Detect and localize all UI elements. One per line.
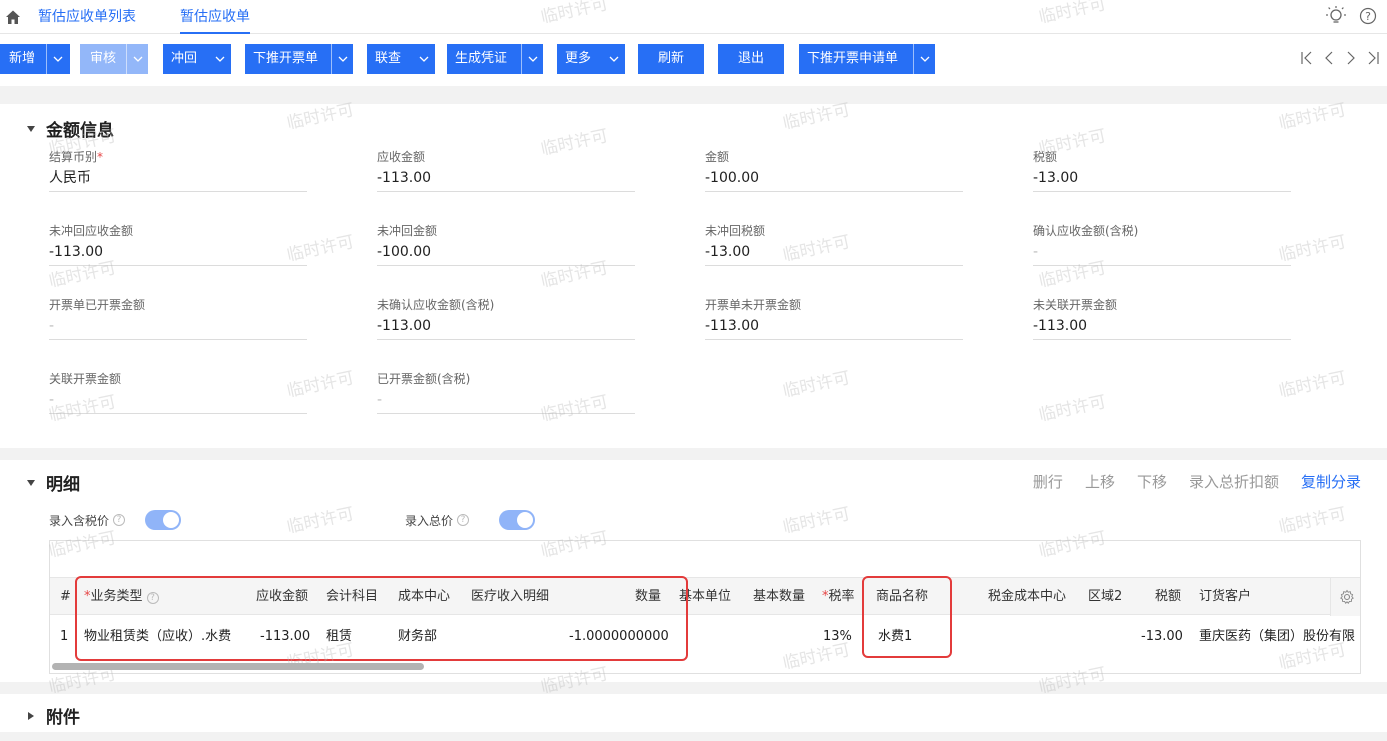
field-settlement-currency[interactable]: 结算币别* 人民币 [49, 148, 307, 192]
chevron-down-icon[interactable] [209, 44, 231, 74]
help-icon[interactable]: ? [1359, 7, 1377, 25]
field-unreversed-tax: 未冲回税额 -13.00 [705, 222, 963, 266]
field-unconfirmed-receivable: 未确认应收金额(含税) -113.00 [377, 296, 635, 340]
chevron-down-icon[interactable] [603, 44, 625, 74]
generate-voucher-button[interactable]: 生成凭证 [447, 44, 543, 74]
exit-button[interactable]: 退出 [718, 44, 784, 74]
detail-actions: 删行 上移 下移 录入总折扣额 复制分录 [1033, 471, 1361, 492]
field-tax-amount: 税额 -13.00 [1033, 148, 1291, 192]
audit-button[interactable]: 审核 [80, 44, 148, 74]
triangle-down-icon[interactable] [26, 478, 36, 488]
field-confirmed-receivable: 确认应收金额(含税) - [1033, 222, 1291, 266]
field-amount: 金额 -100.00 [705, 148, 963, 192]
total-price-switch[interactable] [499, 510, 536, 530]
separator [0, 448, 1387, 460]
move-down-button[interactable]: 下移 [1137, 471, 1167, 492]
highlight-box [862, 576, 952, 658]
field-uninvoiced-amount: 开票单未开票金额 -113.00 [705, 296, 963, 340]
triangle-right-icon[interactable] [26, 711, 36, 721]
chevron-down-icon[interactable] [46, 44, 68, 74]
watermark: 临时许可 [1277, 368, 1348, 402]
triangle-down-icon[interactable] [26, 124, 36, 134]
field-receivable-amount: 应收金额 -113.00 [377, 148, 635, 192]
svg-text:?: ? [1365, 10, 1371, 23]
chevron-down-icon[interactable] [331, 44, 353, 74]
tab-receivable-list[interactable]: 暂估应收单列表 [38, 6, 136, 34]
push-invoice-button[interactable]: 下推开票单 [245, 44, 353, 74]
col-tax-rate[interactable]: *税率 [822, 578, 855, 616]
tax-price-switch[interactable] [145, 510, 182, 530]
lightbulb-icon[interactable] [1325, 5, 1347, 27]
separator [0, 682, 1387, 694]
reverse-button[interactable]: 冲回 [163, 44, 231, 74]
question-icon[interactable]: ? [457, 514, 470, 526]
home-icon[interactable] [4, 8, 22, 26]
separator [0, 732, 1387, 741]
more-button[interactable]: 更多 [557, 44, 625, 74]
chevron-down-icon[interactable] [521, 44, 543, 74]
total-discount-button[interactable]: 录入总折扣额 [1189, 471, 1279, 492]
attachment-section-header[interactable]: 附件 [26, 703, 80, 728]
top-bar: 暂估应收单列表 暂估应收单 ? [0, 0, 1387, 34]
gear-icon[interactable] [1330, 578, 1360, 616]
question-icon[interactable]: ? [113, 514, 126, 526]
delete-row-button[interactable]: 删行 [1033, 471, 1063, 492]
record-pager [1299, 49, 1381, 67]
first-page-icon[interactable] [1299, 49, 1315, 67]
chevron-down-icon[interactable] [413, 44, 435, 74]
detail-section-header[interactable]: 明细 [26, 470, 80, 495]
amount-section-header[interactable]: 金额信息 [26, 116, 114, 141]
toolbar: 新增 审核 冲回 下推开票单 联查 生成凭证 更多 刷新 退出 下推开票申请单 [0, 44, 1387, 74]
watermark: 临时许可 [1277, 504, 1348, 538]
field-linked-invoice-amount: 关联开票金额 - [49, 370, 307, 414]
toggle-tax-price: 录入含税价 ? [49, 510, 182, 530]
toggle-total-price: 录入总价 ? [405, 510, 536, 530]
next-page-icon[interactable] [1343, 49, 1359, 67]
field-unreversed-amount: 未冲回金额 -100.00 [377, 222, 635, 266]
push-invoice-apply-button[interactable]: 下推开票申请单 [799, 44, 935, 74]
copy-entry-button[interactable]: 复制分录 [1301, 471, 1361, 492]
watermark: 临时许可 [781, 368, 852, 402]
field-invoiced-amount: 开票单已开票金额 - [49, 296, 307, 340]
prev-page-icon[interactable] [1321, 49, 1337, 67]
add-button[interactable]: 新增 [0, 44, 70, 74]
field-invoiced-amount-tax: 已开票金额(含税) - [377, 370, 635, 414]
refresh-button[interactable]: 刷新 [638, 44, 704, 74]
horizontal-scrollbar[interactable] [52, 663, 424, 670]
last-page-icon[interactable] [1365, 49, 1381, 67]
field-unreversed-receivable: 未冲回应收金额 -113.00 [49, 222, 307, 266]
chevron-down-icon[interactable] [126, 44, 148, 74]
highlight-box [75, 576, 688, 661]
field-unlinked-invoice-amount: 未关联开票金额 -113.00 [1033, 296, 1291, 340]
separator [0, 86, 1387, 104]
chevron-down-icon[interactable] [913, 44, 935, 74]
tab-receivable-current[interactable]: 暂估应收单 [180, 6, 250, 34]
query-button[interactable]: 联查 [367, 44, 435, 74]
watermark: 临时许可 [781, 504, 852, 538]
move-up-button[interactable]: 上移 [1085, 471, 1115, 492]
watermark: 临时许可 [1037, 392, 1108, 426]
watermark: 临时许可 [285, 504, 356, 538]
